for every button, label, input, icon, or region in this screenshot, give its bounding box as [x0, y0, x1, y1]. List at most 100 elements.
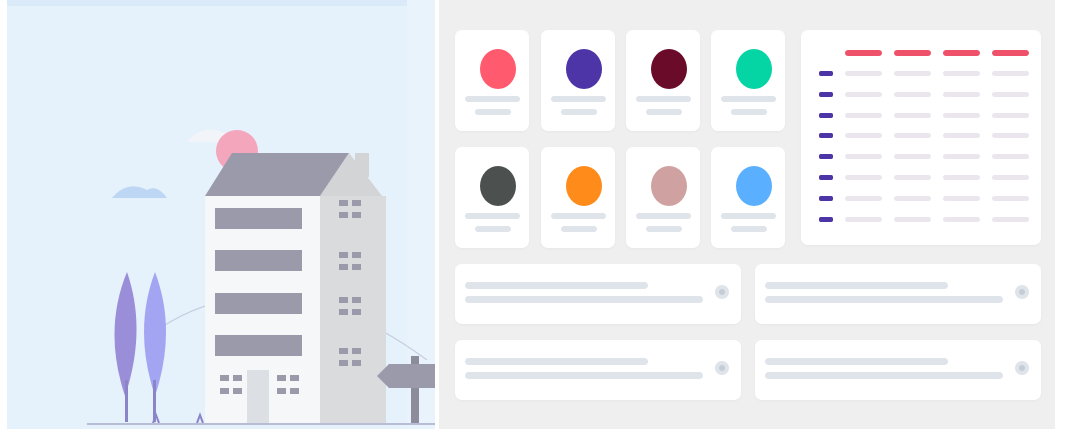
placeholder-line [465, 96, 520, 102]
avatar-icon [736, 166, 772, 206]
placeholder-line [465, 213, 520, 219]
table-cell [992, 195, 1029, 201]
placeholder-line [731, 226, 767, 232]
table-cell [943, 133, 980, 139]
table-cell [992, 112, 1029, 118]
table-cell [894, 133, 931, 139]
avatar-icon [480, 49, 516, 89]
placeholder-line [646, 226, 682, 232]
radio-icon[interactable] [715, 361, 729, 375]
table-row-marker [819, 91, 833, 97]
table-cell [894, 91, 931, 97]
table-row-marker [819, 216, 833, 222]
profile-card[interactable] [541, 147, 615, 248]
table-cell [845, 195, 882, 201]
data-table-card [801, 30, 1041, 245]
profile-card[interactable] [626, 147, 700, 248]
table-cell [943, 91, 980, 97]
profile-card[interactable] [541, 30, 615, 131]
illustration-panel [7, 0, 435, 429]
table-row-marker [819, 71, 833, 76]
top-band [7, 0, 435, 6]
table-cell [943, 71, 980, 76]
avatar-icon [566, 49, 602, 89]
table-cell [894, 71, 931, 76]
placeholder-line [765, 282, 948, 289]
table-cell [992, 175, 1029, 180]
list-item-card[interactable] [455, 264, 741, 324]
placeholder-line [721, 213, 776, 219]
table-cell [894, 216, 931, 222]
avatar-icon [651, 166, 687, 206]
placeholder-line [721, 96, 776, 102]
table-cell [845, 91, 882, 97]
profile-card[interactable] [455, 30, 529, 131]
dashboard-panel [439, 0, 1055, 429]
table-cell [943, 175, 980, 180]
placeholder-line [475, 109, 511, 115]
placeholder-line [765, 296, 1003, 303]
table-cell [894, 195, 931, 201]
profile-card[interactable] [711, 30, 785, 131]
placeholder-line [465, 372, 703, 379]
placeholder-line [765, 358, 948, 365]
avatar-icon [736, 49, 772, 89]
table-row-marker [819, 154, 833, 160]
radio-icon[interactable] [1015, 285, 1029, 299]
table-cell [894, 112, 931, 118]
table-cell [894, 175, 931, 180]
table-cell [845, 133, 882, 139]
table-cell [992, 71, 1029, 76]
table-row-marker [819, 175, 833, 180]
list-item-card[interactable] [455, 340, 741, 400]
placeholder-line [475, 226, 511, 232]
table-cell [845, 71, 882, 76]
list-item-card[interactable] [755, 340, 1041, 400]
placeholder-line [636, 213, 691, 219]
placeholder-line [465, 296, 703, 303]
profile-card[interactable] [626, 30, 700, 131]
table-cell [943, 112, 980, 118]
profile-card[interactable] [711, 147, 785, 248]
tree-icon [114, 272, 137, 422]
radio-icon[interactable] [1015, 361, 1029, 375]
placeholder-line [465, 358, 648, 365]
placeholder-line [731, 109, 767, 115]
table-cell [845, 112, 882, 118]
radio-icon[interactable] [715, 285, 729, 299]
table-cell [894, 154, 931, 160]
table-row-marker [819, 133, 833, 139]
table-header-cell [894, 50, 931, 56]
placeholder-line [765, 372, 1003, 379]
table-row-marker [819, 112, 833, 118]
placeholder-line [561, 226, 597, 232]
placeholder-line [551, 96, 606, 102]
avatar-icon [480, 166, 516, 206]
table-cell [992, 216, 1029, 222]
profile-card[interactable] [455, 147, 529, 248]
table-cell [845, 154, 882, 160]
table-header-cell [992, 50, 1029, 56]
table-cell [992, 133, 1029, 139]
placeholder-line [551, 213, 606, 219]
table-cell [845, 175, 882, 180]
table-cell [943, 195, 980, 201]
table-cell [992, 91, 1029, 97]
cloud-icon [112, 186, 167, 198]
placeholder-line [646, 109, 682, 115]
table-cell [943, 154, 980, 160]
placeholder-line [636, 96, 691, 102]
avatar-icon [566, 166, 602, 206]
tree-icon [144, 272, 166, 422]
placeholder-line [465, 282, 648, 289]
door [247, 370, 269, 424]
table-cell [845, 216, 882, 222]
placeholder-line [561, 109, 597, 115]
avatar-icon [651, 49, 687, 89]
table-header-cell [943, 50, 980, 56]
table-cell [943, 216, 980, 222]
city-building-illustration [7, 0, 435, 429]
table-cell [992, 154, 1029, 160]
list-item-card[interactable] [755, 264, 1041, 324]
table-header-cell [845, 50, 882, 56]
